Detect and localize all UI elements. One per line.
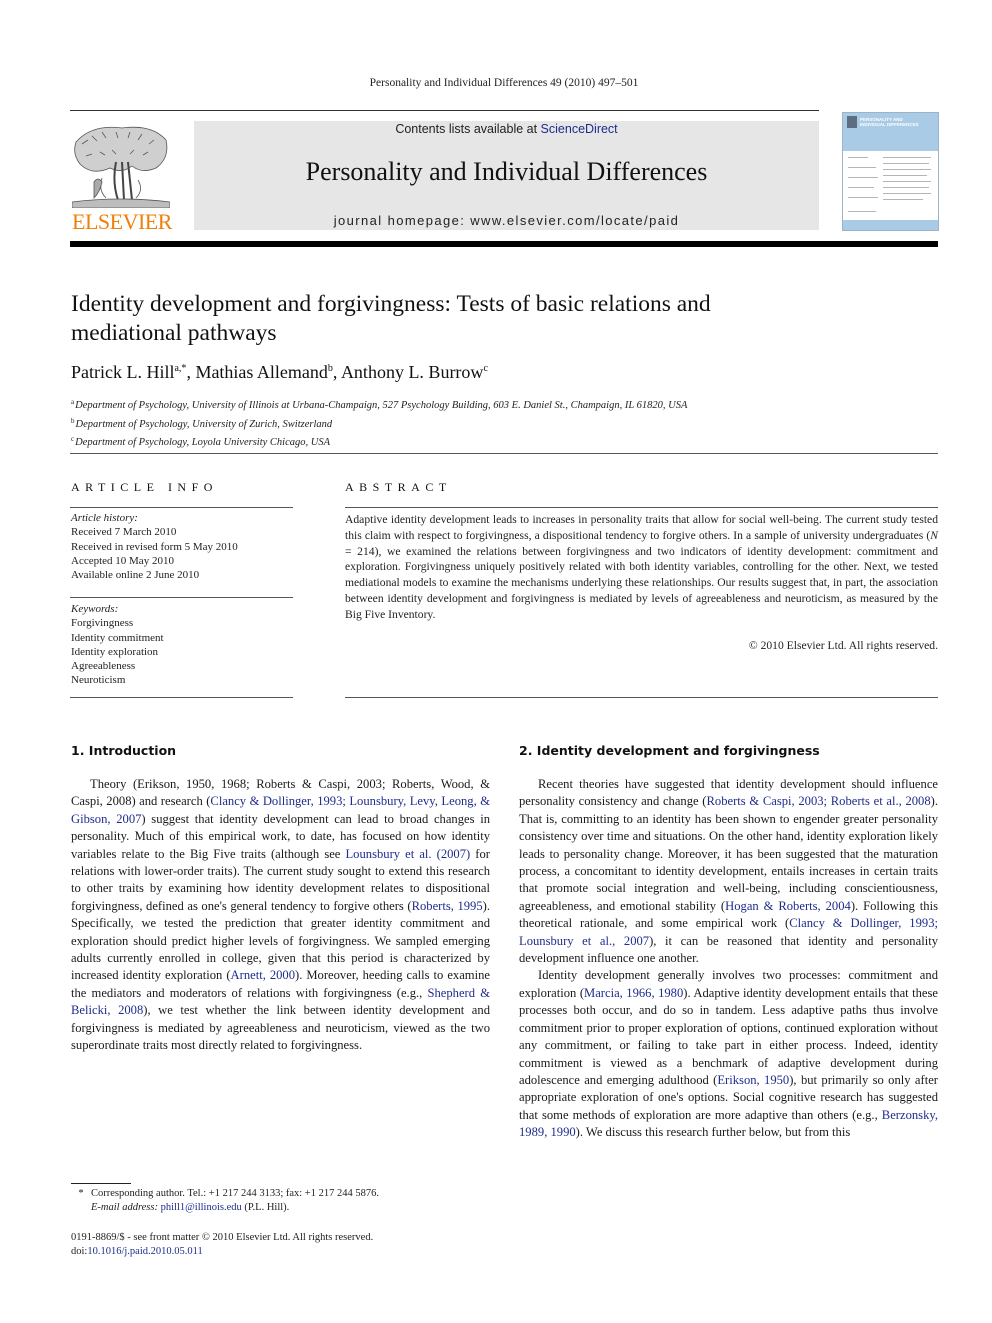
header-thick-rule: [70, 241, 938, 247]
keyword: Neuroticism: [71, 674, 126, 687]
section-rule: [70, 453, 938, 454]
cover-text-line: [883, 169, 931, 170]
elsevier-wordmark: ELSEVIER: [72, 209, 172, 234]
author-name[interactable]: Patrick L. Hill: [71, 362, 174, 382]
paragraph: Recent theories have suggested that iden…: [519, 776, 938, 967]
keyword: Identity exploration: [71, 645, 159, 658]
author-marks[interactable]: c: [483, 363, 487, 374]
journal-homepage[interactable]: journal homepage: www.elsevier.com/locat…: [194, 213, 819, 228]
cover-text-line: [848, 197, 878, 198]
cover-text-line: [848, 157, 868, 158]
author-marks[interactable]: b: [328, 363, 333, 374]
cover-text-line: [848, 177, 878, 178]
journal-title: Personality and Individual Differences: [305, 157, 708, 186]
section-heading-identity: 2. Identity development and forgivingnes…: [519, 743, 820, 758]
article-info-rule: [70, 697, 293, 698]
citation-link[interactable]: Marcia, 1966, 1980: [584, 986, 683, 1000]
sciencedirect-link[interactable]: ScienceDirect: [541, 122, 618, 136]
abstract-copyright: © 2010 Elsevier Ltd. All rights reserved…: [748, 639, 938, 652]
text-run: ). We discuss this research further belo…: [575, 1125, 851, 1140]
cover-header: PERSONALITY AND INDIVIDUAL DIFFERENCES: [843, 113, 938, 151]
issn-line: 0191-8869/$ - see front matter © 2010 El…: [71, 1232, 374, 1243]
affiliations: aDepartment of Psychology, University of…: [71, 395, 687, 451]
affiliation: bDepartment of Psychology, University of…: [71, 416, 333, 430]
cover-text-line: [848, 167, 876, 168]
article-history: Article history: Received 7 March 2010 R…: [71, 511, 238, 582]
cover-text-line: [883, 187, 929, 188]
section-heading-introduction: 1. Introduction: [71, 743, 177, 758]
journal-cover-thumbnail[interactable]: PERSONALITY AND INDIVIDUAL DIFFERENCES: [842, 112, 939, 231]
journal-reference: Personality and Individual Differences 4…: [369, 77, 639, 89]
abstract-text: Adaptive identity development leads to i…: [345, 513, 938, 621]
cover-text-line: [848, 187, 874, 188]
history-item: Received in revised form 5 May 2010: [71, 540, 238, 553]
history-label: Article history:: [71, 512, 138, 524]
article-info-rule: [70, 507, 293, 508]
history-item: Accepted 10 May 2010: [71, 554, 174, 567]
journal-banner: Contents lists available at ScienceDirec…: [194, 121, 819, 230]
corresponding-author-footnote: * Corresponding author. Tel.: +1 217 244 …: [78, 1188, 379, 1213]
article-title: Identity development and forgivingness: …: [71, 291, 711, 346]
doi-link[interactable]: 10.1016/j.paid.2010.05.011: [87, 1246, 202, 1257]
author-name[interactable]: Mathias Allemand: [195, 362, 327, 382]
cover-footer: [843, 220, 938, 230]
paragraph: Theory (Erikson, 1950, 1968; Roberts & C…: [71, 776, 490, 1055]
citation-link[interactable]: Hogan & Roberts, 2004: [725, 899, 851, 913]
header-rule: [70, 110, 819, 111]
text-run: ). Adaptive identity development entails…: [519, 985, 939, 1087]
keywords-label: Keywords:: [71, 603, 119, 615]
contents-prefix: Contents lists available at: [395, 122, 541, 136]
issn-doi: 0191-8869/$ - see front matter © 2010 El…: [71, 1232, 374, 1257]
article-info-rule: [70, 597, 293, 598]
cover-text-line: [883, 175, 927, 176]
email-link[interactable]: phill1@illinois.edu: [161, 1202, 242, 1213]
author-name[interactable]: Anthony L. Burrow: [341, 362, 484, 382]
citation-link[interactable]: Roberts & Caspi, 2003; Roberts et al., 2…: [707, 794, 931, 808]
cover-text-line: [848, 211, 876, 212]
history-item: Received 7 March 2010: [71, 526, 177, 539]
abstract-rule: [345, 697, 938, 698]
abstract-heading: ABSTRACT: [345, 480, 452, 494]
identity-section-body: Recent theories have suggested that iden…: [519, 776, 938, 1142]
elsevier-tree-icon: [72, 126, 170, 208]
citation-link[interactable]: Roberts, 1995: [412, 899, 483, 913]
corresponding-contact: Corresponding author. Tel.: +1 217 244 3…: [91, 1188, 379, 1199]
cover-emblem-icon: [847, 116, 857, 128]
history-item: Available online 2 June 2010: [71, 569, 200, 582]
contents-line: Contents lists available at ScienceDirec…: [194, 122, 819, 136]
author-marks[interactable]: a,*: [174, 363, 186, 374]
citation-link[interactable]: Arnett, 2000: [231, 968, 296, 982]
author-list: Patrick L. Hilla,*, Mathias Allemandb, A…: [71, 362, 488, 382]
cover-text-line: [883, 193, 931, 194]
cover-text-line: [883, 157, 931, 158]
keyword: Identity commitment: [71, 631, 164, 644]
cover-title: PERSONALITY AND INDIVIDUAL DIFFERENCES: [860, 117, 919, 127]
cover-text-line: [883, 181, 931, 182]
introduction-body: Theory (Erikson, 1950, 1968; Roberts & C…: [71, 776, 490, 1055]
paragraph: Identity development generally involves …: [519, 967, 938, 1141]
article-info-heading: ARTICLE INFO: [71, 480, 218, 494]
citation-link[interactable]: Erikson, 1950: [717, 1073, 789, 1087]
affiliation: aDepartment of Psychology, University of…: [71, 398, 688, 411]
text-run: ). That is, committing to an identity ha…: [519, 794, 938, 913]
keyword: Agreeableness: [71, 660, 136, 673]
abstract-rule: [345, 507, 938, 508]
keyword: Forgivingness: [71, 617, 134, 630]
citation-link[interactable]: Lounsbury et al. (2007): [345, 847, 470, 861]
cover-text-line: [883, 199, 923, 200]
affiliation: cDepartment of Psychology, Loyola Univer…: [71, 435, 330, 448]
keywords: Keywords: Forgivingness Identity commitm…: [71, 602, 164, 688]
cover-text-line: [883, 163, 929, 164]
footnote-rule: [71, 1183, 131, 1184]
elsevier-logo[interactable]: ELSEVIER: [70, 120, 174, 234]
